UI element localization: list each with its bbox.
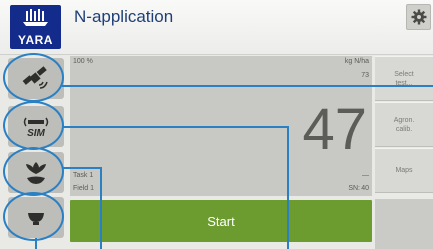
task-label: Task 1 [73,172,94,179]
logo-text: YARA [18,33,53,47]
start-button[interactable]: Start [70,200,372,242]
crop-button[interactable] [3,147,64,196]
settings-button[interactable] [406,4,431,30]
sim-button[interactable]: SIM [3,101,64,150]
svg-text:SIM: SIM [27,128,45,139]
ship-icon [23,9,48,26]
dash-indicator: — [362,172,369,179]
right-panel-blank [375,199,433,249]
unit-label: kg N/ha [344,58,369,65]
callout-line-3 [62,167,102,169]
field-label: Field 1 [73,185,95,192]
callout-line-1 [62,85,433,87]
agron-calib-button[interactable]: Agron. calib. [375,102,433,147]
maps-button[interactable]: Maps [375,148,433,193]
callout-line-2 [62,126,289,128]
gps-button[interactable] [3,53,64,102]
gear-icon [411,9,426,25]
yara-logo: YARA [10,5,61,49]
page-title: N-application [74,7,174,26]
callout-line-4 [35,238,37,249]
satellite-icon [22,66,48,89]
sn-label: SN: [348,185,360,192]
sim-icon: SIM [23,117,49,139]
select-test-button[interactable]: Select test... [375,56,433,101]
callout-line-3-drop [100,167,102,249]
current-rate-value: 47 [302,97,367,162]
plant-icon [26,162,46,184]
app-header: YARA N-application [0,0,433,55]
target-rate-value: 73 [361,72,369,79]
callout-line-2-drop [287,126,289,249]
spreader-button[interactable] [3,192,64,241]
bowl-icon [28,213,44,225]
percent-label: 100 % [73,58,93,65]
sn-value: 40 [361,185,369,192]
